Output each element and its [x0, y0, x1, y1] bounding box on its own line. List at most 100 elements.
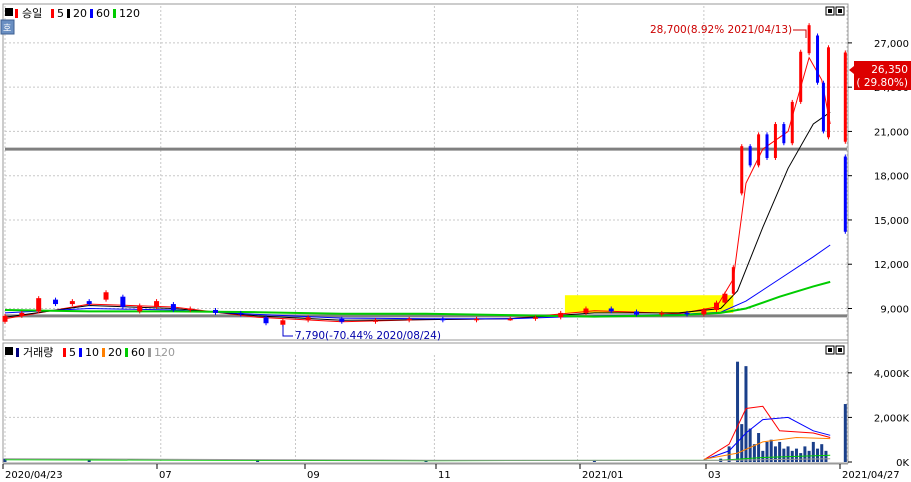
- vol-y-tick-label: 2,000K: [874, 413, 910, 424]
- ma5-marker-icon: [51, 9, 54, 18]
- candle-body: [507, 318, 513, 321]
- volume-bar: [782, 448, 786, 462]
- candle-body: [86, 301, 92, 305]
- candle-body: [532, 317, 538, 319]
- y-tick-label: 18,000: [874, 172, 909, 183]
- candle-body: [2, 315, 8, 322]
- y-tick-label: 9,000: [880, 304, 909, 315]
- candle-body: [137, 305, 143, 312]
- vma5-label: 5: [69, 346, 76, 359]
- candle-body: [170, 304, 176, 310]
- current-change: ( 29.80%): [856, 77, 908, 89]
- maximize-icon-inner: [838, 348, 842, 352]
- candle-body: [103, 292, 109, 300]
- y-tick-label: 12,000: [874, 260, 909, 271]
- candle-body: [773, 124, 777, 158]
- ma5-label: 5: [57, 7, 64, 20]
- y-tick-label: 15,000: [874, 216, 909, 227]
- vma120-marker-icon: [148, 348, 151, 357]
- ma120-label: 120: [119, 7, 140, 20]
- candle-body: [634, 311, 639, 315]
- current-price-pointer-icon: [849, 66, 854, 74]
- candle-body: [701, 309, 707, 315]
- high-annotation: 28,700(8.92% 2021/04/13): [650, 24, 792, 36]
- volume-bar: [799, 453, 803, 462]
- legend-box-icon[interactable]: [5, 8, 13, 16]
- legend-box-icon[interactable]: [5, 347, 13, 355]
- candle-body: [440, 318, 446, 321]
- ma120-marker-icon: [113, 9, 116, 18]
- candle-body: [659, 312, 665, 315]
- volume-marker-icon: [16, 348, 19, 357]
- candle-body: [213, 309, 218, 313]
- candle-body: [790, 101, 794, 144]
- candle-body: [748, 146, 752, 166]
- candle-body: [826, 47, 830, 138]
- volume-bar: [794, 448, 798, 462]
- volume-bar: [744, 366, 748, 462]
- candle-body: [782, 124, 786, 144]
- volume-bar: [843, 404, 847, 462]
- candle-body: [372, 320, 378, 322]
- stock-name: 승일: [22, 6, 42, 20]
- current-price-box: 26,350 ( 29.80%): [849, 61, 911, 90]
- candle-body: [713, 302, 719, 310]
- candle-body: [263, 317, 269, 324]
- vma20-label: 20: [108, 346, 122, 359]
- candle-body: [280, 320, 286, 325]
- candle-body: [821, 82, 825, 132]
- candle-body: [120, 296, 126, 308]
- vol-y-tick-label: 4,000K: [874, 369, 910, 380]
- minimize-icon-inner: [828, 348, 832, 352]
- vma60-marker-icon: [125, 348, 128, 357]
- candle-body: [53, 299, 59, 305]
- x-tick-label: 09: [307, 470, 320, 481]
- candle-body: [36, 298, 42, 312]
- candle-body: [765, 134, 769, 158]
- candle-body: [740, 146, 744, 194]
- x-tick-label: 03: [708, 470, 721, 481]
- volume-bar: [736, 361, 740, 462]
- candle-body: [558, 312, 564, 318]
- candle-body: [684, 312, 690, 315]
- volume-bar: [740, 424, 744, 462]
- volume-name: 거래량: [23, 346, 53, 359]
- candle-body: [238, 312, 244, 315]
- minimize-icon-inner: [828, 9, 832, 13]
- price-legend: 승일 5 20 60 120: [5, 6, 140, 20]
- vma20-marker-icon: [102, 348, 105, 357]
- vma10-marker-icon: [79, 348, 82, 357]
- vma120-label: 120: [154, 346, 175, 359]
- candle-body: [843, 52, 847, 142]
- volume-bar: [761, 450, 765, 462]
- ma60-marker-icon: [90, 9, 93, 18]
- volume-panel: [2, 342, 849, 464]
- volume-bar: [752, 444, 756, 462]
- x-tick-label: 07: [159, 470, 172, 481]
- vma10-label: 10: [85, 346, 99, 359]
- candle-body: [187, 308, 193, 310]
- low-annotation: 7,790(-70.44% 2020/08/24): [295, 330, 441, 342]
- stock-chart: 27,00024,00021,00018,00015,00012,0009,00…: [0, 3, 911, 481]
- candle-body: [843, 156, 847, 232]
- volume-bar: [824, 450, 828, 462]
- y-tick-label: 27,000: [874, 39, 909, 50]
- candle-body: [731, 267, 735, 294]
- x-tick-label: 11: [438, 470, 451, 481]
- candle-body: [799, 51, 803, 102]
- y-tick-label: 21,000: [874, 127, 909, 138]
- candle-body: [608, 308, 614, 312]
- ma60-label: 60: [96, 7, 110, 20]
- candle-body: [474, 318, 480, 321]
- candle-body: [807, 25, 811, 54]
- up-marker-icon: [15, 9, 18, 18]
- high-annotation-group: 28,700(8.92% 2021/04/13): [650, 24, 807, 38]
- current-price: 26,350: [871, 64, 908, 76]
- x-axis-ticks: 2020/04/23 07 09 11 2021/01 03 2021/04/27: [2, 463, 900, 481]
- candle-body: [154, 301, 160, 308]
- candle-body: [69, 301, 75, 305]
- candle-body: [19, 312, 25, 316]
- candle-body: [757, 134, 761, 166]
- maximize-icon-inner: [838, 9, 842, 13]
- candle-body: [305, 317, 311, 321]
